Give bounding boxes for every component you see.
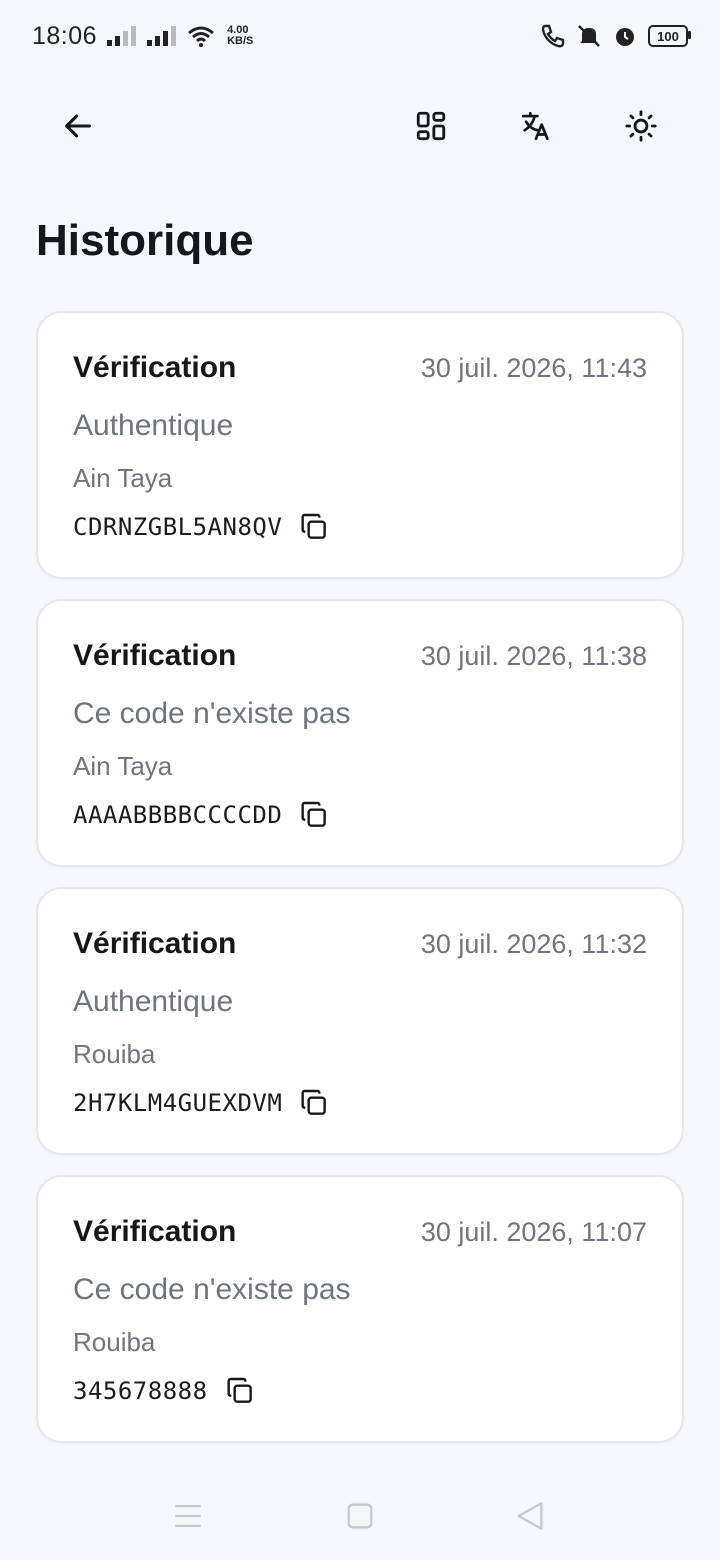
translate-button[interactable] — [496, 86, 576, 166]
card-status: Ce code n'existe pas — [73, 1273, 351, 1306]
card-code: 2H7KLM4GUEXDVM — [73, 1089, 283, 1117]
wifi-icon — [188, 26, 215, 47]
status-left: 18:06 4.00 KB/S — [32, 22, 253, 51]
card-status: Authentique — [73, 985, 234, 1018]
net-speed-unit: KB/S — [227, 35, 254, 47]
card-type: Vérification — [73, 351, 237, 384]
card-code-row: 345678888 — [73, 1375, 256, 1407]
card-date: 30 juil. 2026, 11:32 — [420, 929, 647, 959]
history-card[interactable]: Vérification 30 juil. 2026, 11:32 Authen… — [36, 887, 684, 1155]
signal-icon-2 — [147, 26, 177, 46]
card-location: Rouiba — [73, 1039, 156, 1069]
copy-icon — [301, 1089, 327, 1115]
mute-bell-icon — [578, 25, 600, 47]
home-square-icon — [347, 1503, 373, 1529]
wifi-call-icon — [541, 24, 565, 48]
alarm-icon — [616, 28, 634, 46]
copy-icon — [227, 1377, 252, 1403]
back-button[interactable] — [38, 86, 118, 166]
status-right: 100 — [540, 23, 691, 49]
copy-button[interactable] — [224, 1375, 256, 1407]
card-code: AAAABBBBCCCCDD — [73, 801, 283, 829]
clock: 18:06 — [32, 21, 98, 50]
page-title: Historique — [36, 216, 254, 265]
copy-icon — [301, 801, 327, 827]
card-code-row: AAAABBBBCCCCDD — [73, 799, 330, 831]
card-status: Ce code n'existe pas — [73, 697, 351, 730]
card-location: Ain Taya — [73, 751, 173, 781]
signal-icon — [107, 26, 137, 46]
history-card[interactable]: Vérification 30 juil. 2026, 11:07 Ce cod… — [36, 1175, 684, 1443]
app-bar — [0, 86, 720, 166]
status-bar: 18:06 4.00 KB/S 100 — [0, 0, 720, 72]
history-list: Vérification 30 juil. 2026, 11:43 Authen… — [36, 311, 684, 1463]
sun-icon — [625, 110, 657, 142]
copy-icon — [301, 513, 327, 539]
net-speed: 4.00 KB/S — [227, 25, 253, 47]
history-card[interactable]: Vérification 30 juil. 2026, 11:38 Ce cod… — [36, 599, 684, 867]
arrow-left-icon — [65, 114, 91, 138]
triangle-back-icon — [517, 1502, 543, 1530]
card-date: 30 juil. 2026, 11:38 — [420, 641, 647, 671]
nav-menu-button[interactable] — [168, 1496, 208, 1536]
system-nav-bar — [0, 1470, 720, 1560]
battery-icon: 100 — [648, 25, 691, 47]
copy-button[interactable] — [298, 799, 330, 831]
card-location: Rouiba — [73, 1327, 156, 1357]
card-type: Vérification — [73, 1215, 237, 1248]
translate-icon — [521, 111, 549, 141]
copy-button[interactable] — [298, 511, 330, 543]
card-code: 345678888 — [73, 1377, 208, 1405]
card-date: 30 juil. 2026, 11:07 — [420, 1217, 647, 1247]
card-code-row: CDRNZGBL5AN8QV — [73, 511, 330, 543]
nav-back-button[interactable] — [510, 1496, 550, 1536]
grid-icon — [416, 111, 446, 141]
card-type: Vérification — [73, 639, 237, 672]
card-type: Vérification — [73, 927, 237, 960]
copy-button[interactable] — [298, 1087, 330, 1119]
battery-level: 100 — [657, 28, 679, 44]
scan-button[interactable] — [391, 86, 471, 166]
card-location: Ain Taya — [73, 463, 173, 493]
menu-icon — [175, 1504, 201, 1528]
theme-toggle-button[interactable] — [601, 86, 681, 166]
nav-home-button[interactable] — [340, 1496, 380, 1536]
history-card[interactable]: Vérification 30 juil. 2026, 11:43 Authen… — [36, 311, 684, 579]
card-code: CDRNZGBL5AN8QV — [73, 513, 283, 541]
card-date: 30 juil. 2026, 11:43 — [420, 353, 647, 383]
card-code-row: 2H7KLM4GUEXDVM — [73, 1087, 330, 1119]
card-status: Authentique — [73, 409, 234, 442]
